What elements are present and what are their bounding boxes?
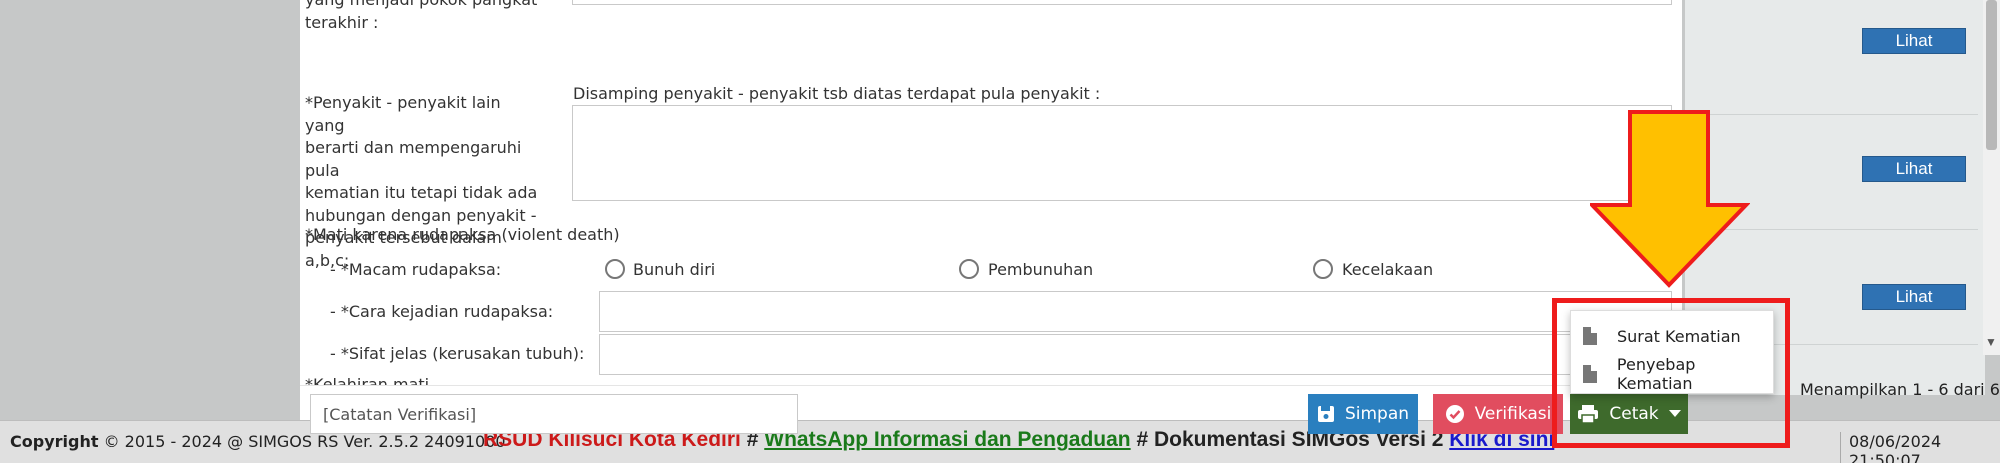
scroll-down-icon[interactable]: ▼: [1985, 335, 1997, 349]
cara-kejadian-label: - *Cara kejadian rudapaksa:: [330, 302, 554, 321]
sifat-jelas-label: - *Sifat jelas (kerusakan tubuh):: [330, 344, 585, 363]
pokok-textarea[interactable]: [572, 0, 1672, 5]
copyright: Copyright © 2015 - 2024 @ SIMGOS RS Ver.…: [10, 432, 506, 451]
radio-bunuh-diri[interactable]: [605, 259, 625, 279]
copyright-prefix: Copyright: [10, 432, 99, 451]
radio-pembunuhan[interactable]: [959, 259, 979, 279]
verifikasi-button[interactable]: Verifikasi: [1433, 394, 1563, 434]
save-icon: [1317, 406, 1334, 422]
scrollbar-thumb[interactable]: [1986, 0, 1997, 150]
disamping-label: Disamping penyakit - penyakit tsb diatas…: [573, 84, 1101, 103]
violent-death-label: *Mati karena rudapaksa (violent death): [305, 225, 620, 244]
label-line: yang menjadi pokok pangkat: [305, 0, 537, 12]
label-line: berarti dan mempengaruhi pula: [305, 138, 522, 180]
pagination-info: Menampilkan 1 - 6 dari 6: [1800, 380, 2000, 399]
label-line: kematian itu tetapi tidak ada: [305, 183, 538, 202]
radio-label: Kecelakaan: [1342, 260, 1434, 279]
lihat-button[interactable]: Lihat: [1862, 284, 1966, 310]
marquee-separator: #: [1130, 428, 1154, 451]
macam-rudapaksa-label: - *Macam rudapaksa:: [330, 260, 502, 279]
sifat-jelas-input[interactable]: [599, 334, 1672, 375]
lihat-button[interactable]: Lihat: [1862, 28, 1966, 54]
simpan-button[interactable]: Simpan: [1308, 394, 1418, 434]
check-circle-icon: [1445, 405, 1464, 423]
cara-kejadian-input[interactable]: [599, 291, 1672, 332]
label-line: *Penyakit - penyakit lain yang: [305, 93, 501, 135]
radio-label: Pembunuhan: [988, 260, 1094, 279]
marquee-whatsapp-link[interactable]: WhatsApp Informasi dan Pengaduan: [764, 428, 1130, 451]
highlight-box: [1552, 298, 1790, 448]
simpan-label: Simpan: [1344, 404, 1410, 424]
datetime: 08/06/2024 21:50:07: [1840, 432, 2000, 463]
label-line: terakhir :: [305, 12, 379, 32]
catatan-verifikasi-input[interactable]: [Catatan Verifikasi]: [310, 394, 798, 434]
version-text: Ver. 2.5.2 24091000: [343, 432, 506, 451]
radio-kecelakaan[interactable]: [1313, 259, 1333, 279]
pokok-label: yang menjadi pokok pangkat terakhir :: [305, 0, 537, 34]
penyakit-lain-textarea[interactable]: [572, 105, 1672, 201]
lihat-button[interactable]: Lihat: [1862, 156, 1966, 182]
copyright-text: 2015 - 2024 @ SIMGOS RS: [124, 432, 339, 451]
list-item: [1700, 0, 1978, 115]
pointer-arrow-icon: [1590, 110, 1750, 288]
death-certificate-modal: yang menjadi pokok pangkat terakhir : *P…: [300, 0, 1682, 420]
radio-label: Bunuh diri: [633, 260, 716, 279]
verifikasi-label: Verifikasi: [1474, 404, 1552, 424]
copyright-icon: ©: [103, 432, 120, 451]
